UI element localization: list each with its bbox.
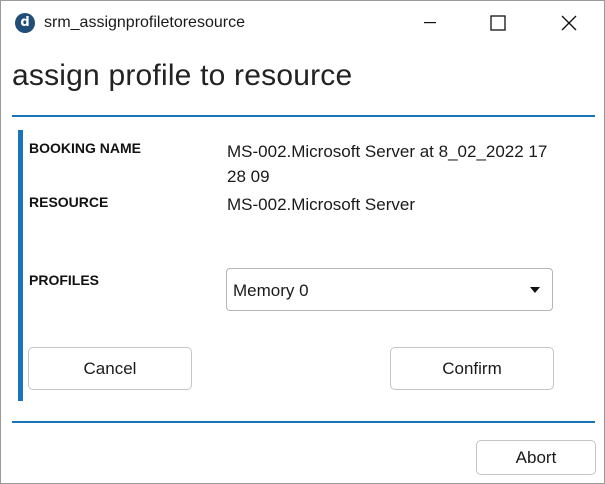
heading-divider (12, 115, 595, 117)
profiles-selected-value: Memory 0 (233, 281, 309, 300)
maximize-icon (490, 15, 506, 31)
booking-name-label: BOOKING NAME (29, 140, 141, 156)
app-logo-icon: d (15, 13, 35, 33)
abort-button[interactable]: Abort (476, 440, 596, 475)
maximize-button[interactable] (475, 1, 521, 45)
form-accent-bar (18, 130, 23, 401)
close-button[interactable] (546, 1, 592, 45)
minimize-icon (424, 22, 436, 24)
profiles-dropdown[interactable]: Memory 0 (226, 268, 553, 311)
resource-label: RESOURCE (29, 194, 109, 210)
close-icon (561, 15, 577, 31)
confirm-button[interactable]: Confirm (390, 347, 554, 390)
dialog-window: d srm_assignprofiletoresource assign pro… (0, 0, 605, 484)
booking-name-value: MS-002.Microsoft Server at 8_02_2022 17 … (227, 142, 548, 186)
profiles-label: PROFILES (29, 272, 100, 288)
resource-value: MS-002.Microsoft Server (227, 195, 415, 214)
cancel-button[interactable]: Cancel (28, 347, 192, 390)
minimize-button[interactable] (407, 1, 453, 45)
title-bar[interactable]: d srm_assignprofiletoresource (1, 1, 604, 45)
page-title: assign profile to resource (12, 59, 353, 92)
window-title: srm_assignprofiletoresource (44, 14, 245, 31)
chevron-down-icon (530, 287, 540, 293)
footer-divider (12, 421, 595, 423)
